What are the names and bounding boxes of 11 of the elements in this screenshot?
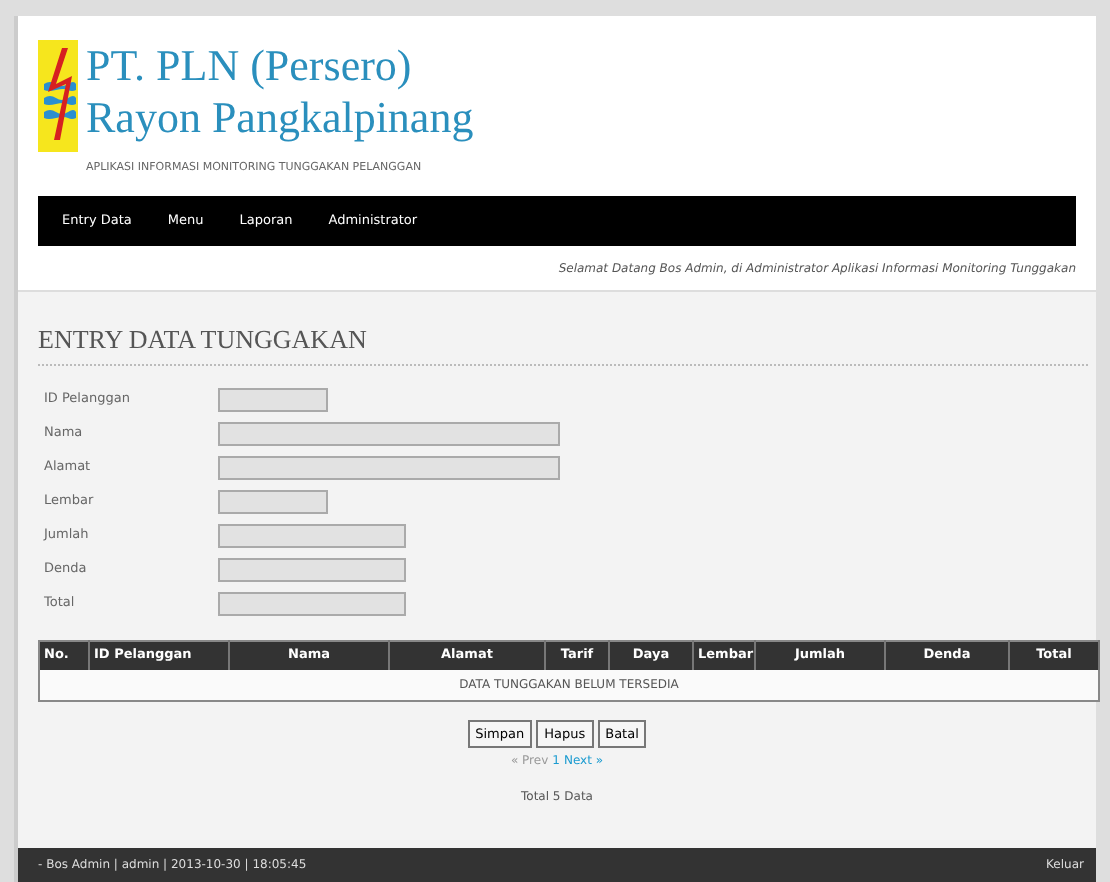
input-field[interactable]	[218, 455, 560, 480]
input-field[interactable]	[218, 523, 406, 548]
input-field[interactable]	[218, 557, 406, 582]
input-field[interactable]	[218, 591, 406, 616]
company-name: PT. PLN (Persero)	[86, 40, 414, 92]
input-field[interactable]	[218, 387, 328, 412]
input-field[interactable]	[218, 489, 328, 514]
input-field[interactable]	[218, 421, 560, 446]
page-title: ENTRY DATA TUNGGAKAN	[38, 320, 1088, 366]
logo-icon	[38, 40, 78, 152]
office-name: Rayon Pangkalpinang	[86, 92, 474, 144]
